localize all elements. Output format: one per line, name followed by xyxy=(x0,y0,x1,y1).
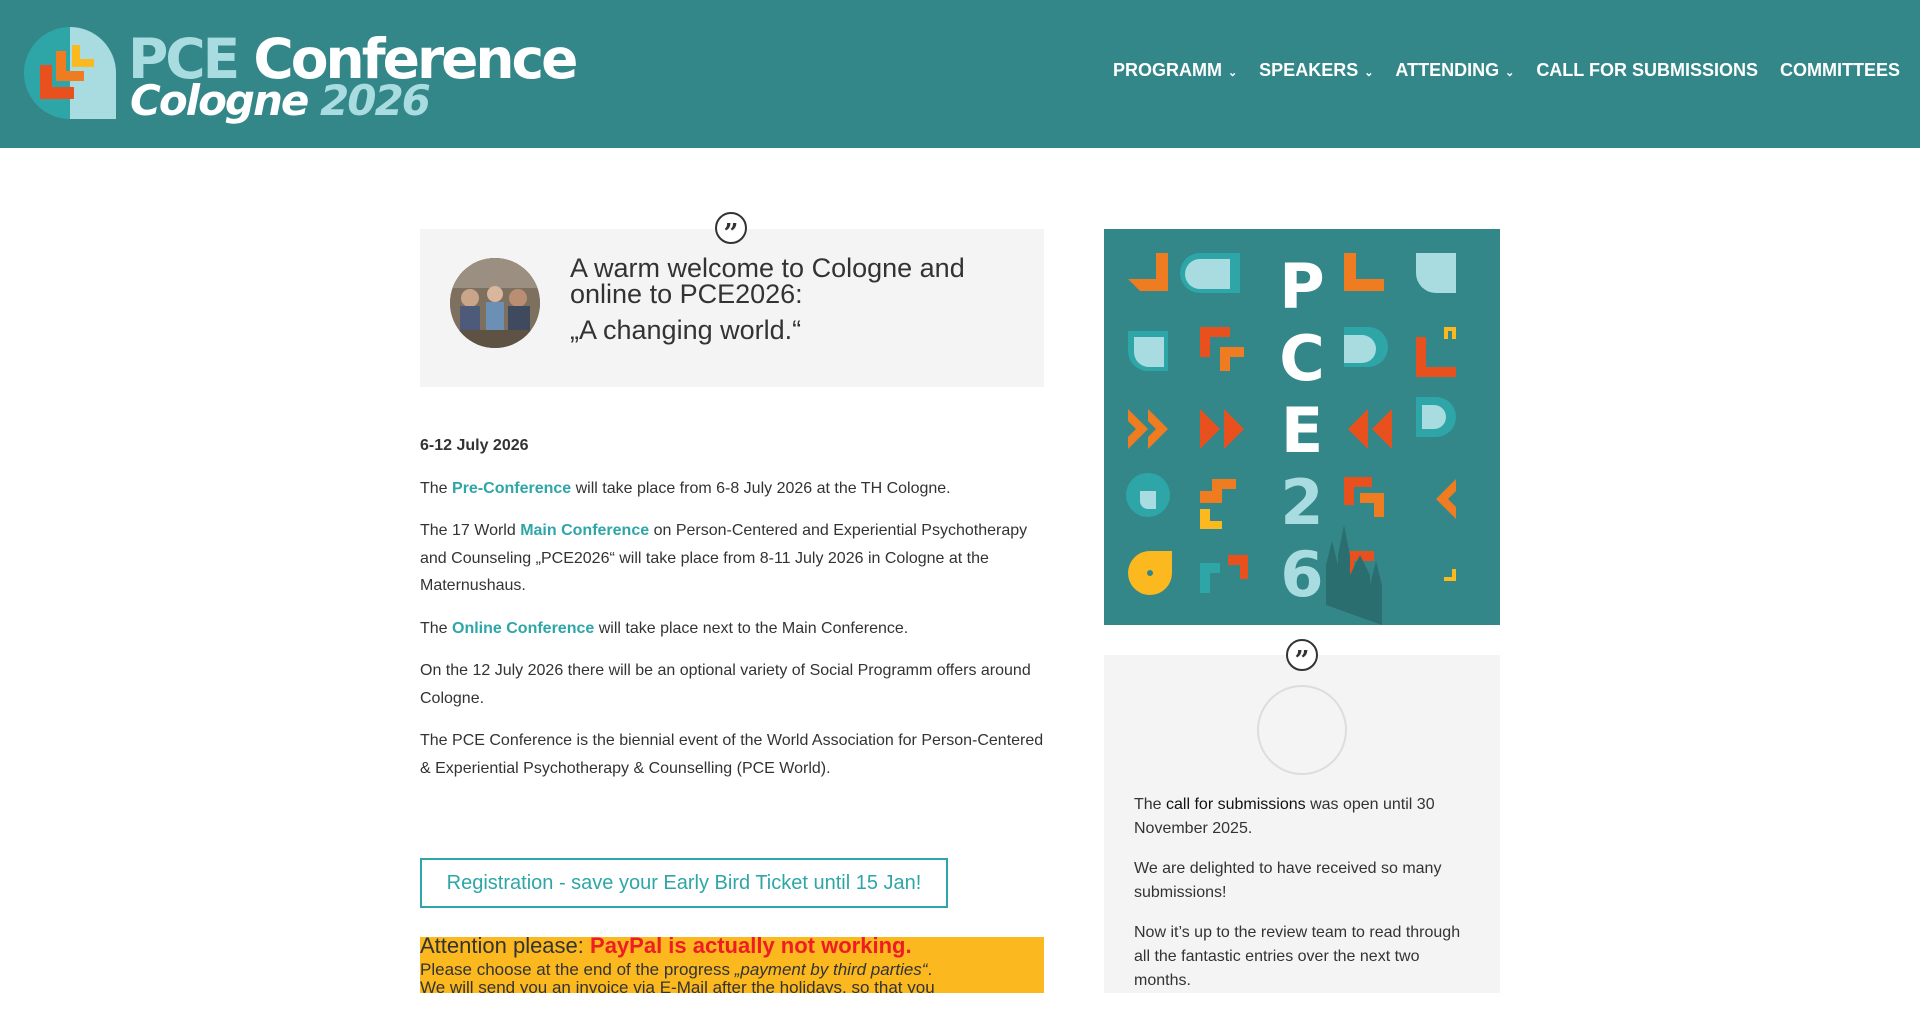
news-paragraph-2: We are delighted to have received so man… xyxy=(1134,860,1442,901)
attention-prefix: Attention please: xyxy=(420,937,591,958)
p2-before: The 17 World xyxy=(420,522,521,539)
crowd-photo-icon xyxy=(450,258,540,348)
attention-line2: Please choose at the end of the progress… xyxy=(420,961,1044,979)
nav-item-attending[interactable]: ATTENDING ⌄ xyxy=(1395,60,1514,81)
p1-after: will take place from 6-8 July 2026 at th… xyxy=(571,479,951,497)
attention-line3: We will send you an invoice via E-Mail a… xyxy=(420,978,935,994)
logo-title-line2: Cologne 2026 xyxy=(130,80,431,122)
poster-letters: P C E 2 6 xyxy=(1272,251,1332,611)
nav-item-committees[interactable]: COMMITTEES xyxy=(1780,60,1900,81)
p1-before: The xyxy=(420,479,453,497)
logo-city-text: Cologne xyxy=(130,76,309,125)
poster-letter-c: C xyxy=(1279,322,1325,395)
poster-letter-6: 6 xyxy=(1280,538,1324,611)
news-paragraph-1: The call for submissions was open until … xyxy=(1134,793,1480,841)
welcome-avatar xyxy=(450,258,540,348)
site-header: PCE Conference Cologne 2026 PROGRAMM ⌄ S… xyxy=(0,0,1920,148)
attention-line2-em: „payment by third parties“ xyxy=(734,960,928,979)
chevron-down-icon: ⌄ xyxy=(1227,67,1238,79)
attention-highlight: PayPal is actually not working. xyxy=(590,937,912,958)
logo-mark-icon xyxy=(24,27,116,119)
p3-after: will take place next to the Main Confere… xyxy=(594,619,909,637)
pce-world-paragraph: The PCE Conference is the biennial event… xyxy=(420,732,1044,777)
attention-heading: Attention please: PayPal is actually not… xyxy=(420,937,1044,958)
news-p1-before: The xyxy=(1134,796,1167,813)
welcome-quote-text: A warm welcome to Cologne and online to … xyxy=(570,253,1010,345)
welcome-quote-line2: „A changing world.“ xyxy=(570,315,802,345)
poster-letter-p: P xyxy=(1279,250,1325,323)
nav-item-call-for-submissions[interactable]: CALL FOR SUBMISSIONS xyxy=(1536,60,1758,81)
nav-label: PROGRAMM xyxy=(1112,60,1222,80)
main-content: 6-12 July 2026 The Pre-Conference will t… xyxy=(420,432,1044,797)
quote-icon: ” xyxy=(1286,639,1318,674)
main-nav: PROGRAMM ⌄ SPEAKERS ⌄ ATTENDING ⌄ CALL F… xyxy=(1113,60,1900,81)
quote-icon: ” xyxy=(715,212,747,247)
p3-before: The xyxy=(420,619,453,637)
attention-line2-before: Please choose at the end of the progress xyxy=(420,960,735,979)
nav-label: CALL FOR SUBMISSIONS xyxy=(1536,60,1758,80)
main-conference-link[interactable]: Main Conference xyxy=(520,522,649,539)
poster-letter-e: E xyxy=(1280,394,1324,467)
social-programm-paragraph: On the 12 July 2026 there will be an opt… xyxy=(420,662,1031,707)
main-conference-paragraph: The 17 World Main Conference on Person-C… xyxy=(420,517,1044,600)
chevron-down-icon: ⌄ xyxy=(1364,67,1374,79)
nav-item-speakers[interactable]: SPEAKERS ⌄ xyxy=(1259,60,1373,81)
pre-conference-paragraph: The Pre-Conference will take place from … xyxy=(420,475,1044,503)
logo-year-text: 2026 xyxy=(320,76,431,125)
conference-date: 6-12 July 2026 xyxy=(420,437,529,454)
attention-notice: Attention please: PayPal is actually not… xyxy=(420,937,1044,993)
news-avatar xyxy=(1257,685,1347,775)
online-conference-link[interactable]: Online Conference xyxy=(452,620,594,637)
chevron-down-icon: ⌄ xyxy=(1505,67,1515,79)
attention-line2-after: . xyxy=(927,960,933,979)
nav-label: SPEAKERS xyxy=(1259,60,1359,80)
pre-conference-link[interactable]: Pre-Conference xyxy=(452,480,571,497)
nav-label: COMMITTEES xyxy=(1780,60,1900,80)
nav-label: ATTENDING xyxy=(1395,60,1500,80)
poster-letter-2: 2 xyxy=(1280,466,1324,539)
submissions-news-text: The call for submissions was open until … xyxy=(1134,793,1480,1009)
call-for-submissions-link[interactable]: call for submissions xyxy=(1166,796,1306,813)
news-paragraph-3: Now it’s up to the review team to read t… xyxy=(1134,924,1461,989)
nav-item-programm[interactable]: PROGRAMM ⌄ xyxy=(1113,60,1237,81)
pce26-poster: P C E 2 6 xyxy=(1104,229,1500,625)
registration-button[interactable]: Registration - save your Early Bird Tick… xyxy=(420,858,948,908)
site-logo[interactable]: PCE Conference Cologne 2026 xyxy=(24,22,624,126)
online-conference-paragraph: The Online Conference will take place ne… xyxy=(420,615,1044,643)
welcome-quote-line1: A warm welcome to Cologne and online to … xyxy=(570,253,965,309)
